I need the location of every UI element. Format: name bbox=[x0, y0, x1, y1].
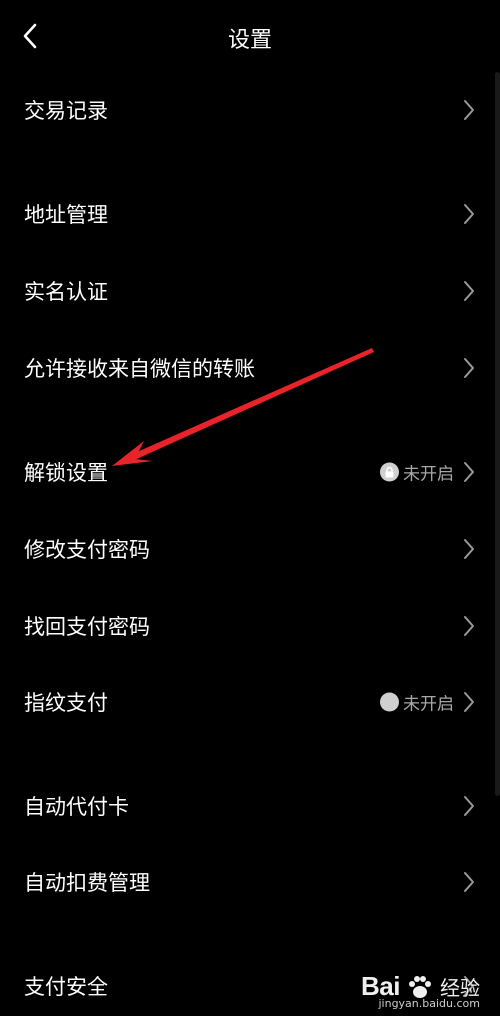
menu-item-unlock-settings[interactable]: 解锁设置 未开启 bbox=[0, 442, 490, 502]
menu-item-label: 实名认证 bbox=[24, 280, 108, 304]
menu-item-label: 地址管理 bbox=[24, 203, 108, 227]
menu-item-label: 修改支付密码 bbox=[24, 538, 150, 562]
menu-item-label: 交易记录 bbox=[24, 99, 108, 123]
header: 设置 bbox=[0, 0, 500, 76]
menu-item-label: 解锁设置 bbox=[24, 461, 108, 485]
menu-item-recover-payment-password[interactable]: 找回支付密码 bbox=[0, 596, 490, 656]
baidu-watermark: Bai 经验 jingyan.baidu.com bbox=[361, 971, 480, 1010]
lock-icon bbox=[380, 462, 399, 482]
menu-item-label: 自动扣费管理 bbox=[24, 871, 150, 895]
chevron-right-icon bbox=[464, 872, 474, 892]
chevron-right-icon bbox=[464, 692, 474, 712]
menu-item-real-name-verification[interactable]: 实名认证 bbox=[0, 261, 490, 321]
menu-item-label: 允许接收来自微信的转账 bbox=[24, 357, 255, 381]
menu-item-label: 找回支付密码 bbox=[24, 615, 150, 639]
chevron-right-icon bbox=[464, 204, 474, 224]
chevron-right-icon bbox=[464, 462, 474, 482]
page-title: 设置 bbox=[227, 28, 272, 53]
menu-item-auto-proxy-card[interactable]: 自动代付卡 bbox=[0, 776, 490, 836]
menu-item-label: 支付安全 bbox=[24, 975, 108, 999]
toggle-off-icon bbox=[380, 692, 399, 712]
status-text: 未开启 bbox=[403, 694, 454, 715]
chevron-right-icon bbox=[464, 539, 474, 559]
chevron-right-icon bbox=[464, 616, 474, 636]
watermark-url: jingyan.baidu.com bbox=[378, 997, 480, 1010]
status-text: 未开启 bbox=[403, 464, 454, 485]
chevron-right-icon bbox=[464, 358, 474, 378]
chevron-right-icon bbox=[464, 796, 474, 816]
menu-item-change-payment-password[interactable]: 修改支付密码 bbox=[0, 519, 490, 579]
chevron-right-icon bbox=[464, 100, 474, 120]
menu-item-fingerprint-payment[interactable]: 指纹支付 未开启 bbox=[0, 672, 490, 732]
menu-item-transaction-records[interactable]: 交易记录 bbox=[0, 80, 490, 140]
menu-item-address-management[interactable]: 地址管理 bbox=[0, 184, 490, 244]
chevron-right-icon bbox=[464, 281, 474, 301]
menu-item-label: 自动代付卡 bbox=[24, 795, 129, 819]
menu-item-auto-deduction-management[interactable]: 自动扣费管理 bbox=[0, 852, 490, 912]
scrollbar[interactable] bbox=[495, 72, 500, 796]
status-indicator: 未开启 bbox=[380, 690, 454, 715]
status-indicator: 未开启 bbox=[380, 460, 454, 485]
menu-item-wechat-transfer[interactable]: 允许接收来自微信的转账 bbox=[0, 338, 490, 398]
menu-item-label: 指纹支付 bbox=[24, 691, 108, 715]
